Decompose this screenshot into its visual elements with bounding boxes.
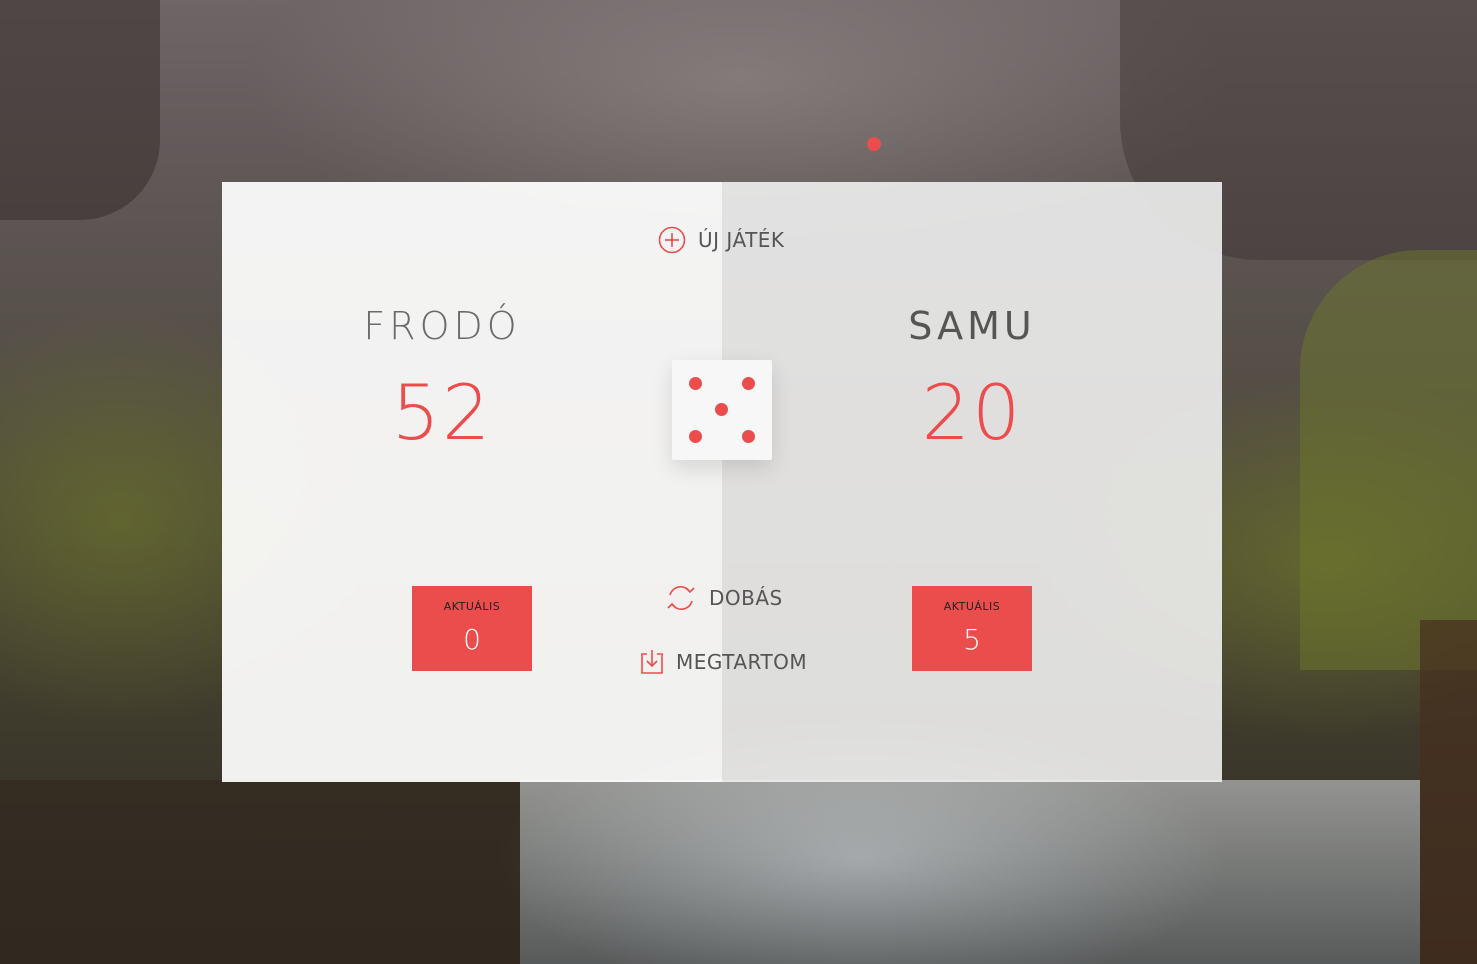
player-1-current-label: AKTUÁLIS [943, 600, 1001, 613]
hold-label: MEGTARTOM [676, 650, 808, 674]
new-game-label: ÚJ JÁTÉK [698, 228, 785, 252]
background-rock-edge [1420, 620, 1477, 964]
player-0-name: FRODÓ [363, 304, 521, 348]
game-panel: FRODÓ 52 AKTUÁLIS 0 SAMU 20 AKTUÁLIS 5 [222, 182, 1222, 782]
player-0-panel: FRODÓ 52 AKTUÁLIS 0 [222, 182, 722, 782]
dice-pip [715, 403, 728, 416]
dice-pip [742, 377, 755, 390]
player-1-current-value: 5 [963, 623, 981, 656]
hold-button[interactable]: MEGTARTOM [640, 649, 807, 675]
dice-pip [689, 377, 702, 390]
player-1-name: SAMU [908, 304, 1036, 348]
player-1-panel: SAMU 20 AKTUÁLIS 5 [722, 182, 1222, 782]
dice [672, 360, 772, 460]
dice-pip [689, 430, 702, 443]
background-cliff-left [0, 0, 160, 220]
player-0-current-value: 0 [463, 623, 481, 656]
active-player-indicator [867, 137, 881, 151]
download-icon [640, 649, 664, 675]
roll-dice-button[interactable]: DOBÁS [665, 584, 783, 612]
player-1-score: 20 [921, 368, 1023, 457]
roll-label: DOBÁS [709, 586, 783, 610]
new-game-button[interactable]: ÚJ JÁTÉK [658, 226, 785, 254]
dice-pip [742, 430, 755, 443]
background-waterfall [520, 780, 1420, 964]
background-rocks-bottom [0, 780, 520, 964]
background-hill-right [1300, 250, 1477, 670]
player-0-current-box: AKTUÁLIS 0 [412, 586, 532, 671]
player-1-current-box: AKTUÁLIS 5 [912, 586, 1032, 671]
plus-circle-icon [658, 226, 686, 254]
refresh-icon [665, 584, 697, 612]
player-0-score: 52 [391, 368, 493, 457]
player-0-current-label: AKTUÁLIS [443, 600, 501, 613]
